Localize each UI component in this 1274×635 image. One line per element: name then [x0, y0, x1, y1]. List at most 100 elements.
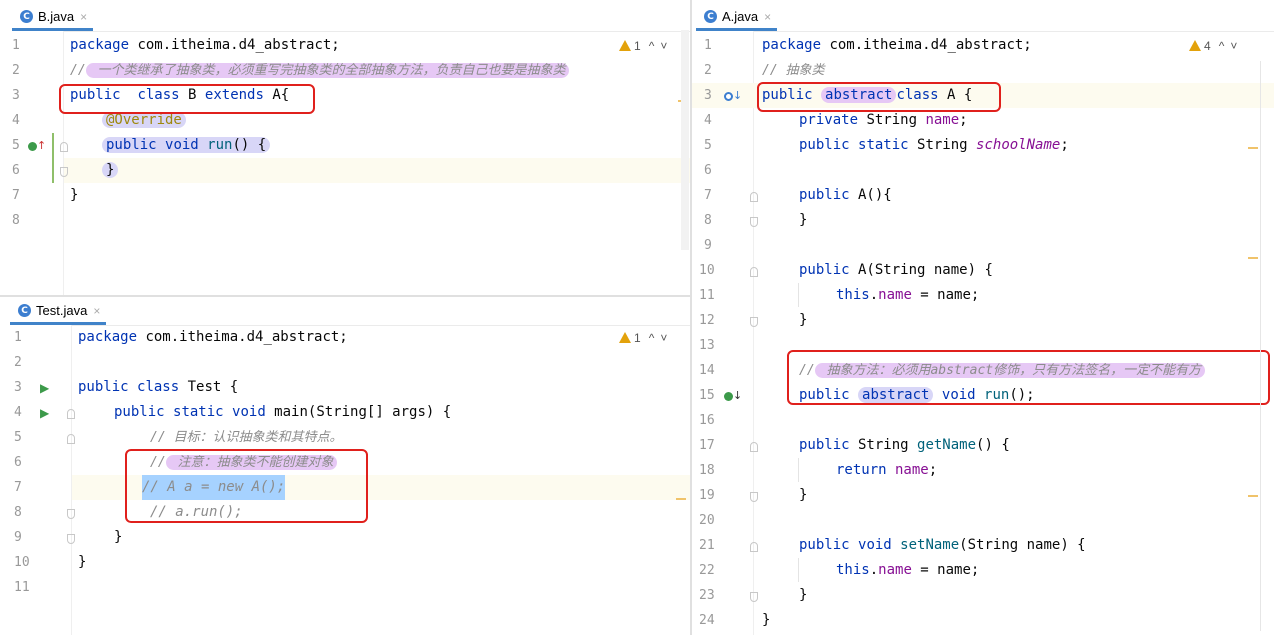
editor-pane-a: C A.java × 1 package com.itheima.d4_abst…	[692, 5, 1274, 635]
line-number: 4	[704, 113, 712, 128]
code-line: return name;	[836, 462, 938, 478]
nav-arrows-icon[interactable]: ^˅	[649, 331, 674, 345]
close-icon[interactable]: ×	[764, 10, 771, 24]
warning-icon	[1189, 40, 1201, 51]
vertical-scrollbar[interactable]	[1260, 61, 1261, 631]
scroll-marker	[1248, 147, 1258, 149]
code-line: }	[799, 212, 808, 228]
line-number: 8	[14, 505, 22, 520]
code-line: public void setName(String name) {	[799, 537, 1086, 553]
fold-icon[interactable]	[67, 534, 75, 544]
line-number: 6	[14, 455, 22, 470]
fold-icon[interactable]	[750, 192, 758, 202]
run-icon[interactable]: ▶	[40, 406, 49, 420]
line-number: 7	[14, 480, 22, 495]
scroll-marker	[1248, 495, 1258, 497]
override-method-icon[interactable]: ↑	[28, 139, 46, 152]
tab-label: A.java	[722, 9, 759, 24]
tab-b-java[interactable]: C B.java ×	[12, 5, 94, 31]
line-number: 22	[699, 563, 715, 578]
line-number: 24	[699, 613, 715, 628]
line-number: 17	[699, 438, 715, 453]
line-number: 12	[699, 313, 715, 328]
tab-bar: C B.java ×	[0, 5, 690, 32]
nav-arrows-icon[interactable]: ^˅	[649, 39, 674, 53]
fold-icon[interactable]	[60, 142, 68, 152]
code-line: public String getName() {	[799, 437, 1010, 453]
line-number: 6	[704, 163, 712, 178]
highlight-box	[59, 84, 315, 114]
scroll-marker	[1248, 257, 1258, 259]
split-divider[interactable]	[0, 295, 690, 297]
code-line: public class Test {	[78, 379, 239, 395]
line-number: 2	[12, 63, 20, 78]
implemented-icon[interactable]: ↓	[724, 89, 742, 102]
fold-icon[interactable]	[67, 509, 75, 519]
tab-bar: C Test.java ×	[0, 299, 690, 326]
code-line: public A(String name) {	[799, 262, 993, 278]
line-number: 10	[699, 263, 715, 278]
code-area[interactable]: 1 package com.itheima.d4_abstract; 2 // …	[692, 31, 1274, 635]
line-number: 23	[699, 588, 715, 603]
fold-icon[interactable]	[750, 542, 758, 552]
run-icon[interactable]: ▶	[40, 381, 49, 395]
line-number: 16	[699, 413, 715, 428]
code-line: this.name = name;	[836, 562, 980, 578]
line-number: 8	[12, 213, 20, 228]
line-number: 9	[704, 238, 712, 253]
vertical-scrollbar[interactable]	[681, 30, 689, 250]
tab-label: B.java	[38, 9, 75, 24]
implemented-icon[interactable]: ↓	[724, 389, 742, 402]
warning-indicator[interactable]: 1 ^˅	[619, 325, 673, 350]
code-line: }	[799, 487, 808, 503]
line-number: 1	[704, 38, 712, 53]
line-number: 2	[704, 63, 712, 78]
code-line: public static void main(String[] args) {	[114, 404, 452, 420]
close-icon[interactable]: ×	[80, 10, 87, 24]
line-number: 21	[699, 538, 715, 553]
editor-pane-b: C B.java × 1 package com.itheima.d4_abst…	[0, 5, 690, 295]
line-number: 8	[704, 213, 712, 228]
java-class-icon: C	[704, 10, 717, 23]
code-line: }	[114, 529, 123, 545]
line-number: 11	[699, 288, 715, 303]
line-number: 5	[704, 138, 712, 153]
java-class-icon: C	[20, 10, 33, 23]
line-number: 13	[699, 338, 715, 353]
line-number: 18	[699, 463, 715, 478]
warning-indicator[interactable]: 1 ^˅	[619, 33, 673, 58]
code-area[interactable]: 1 package com.itheima.d4_abstract; 2 // …	[0, 31, 690, 295]
fold-icon[interactable]	[750, 217, 758, 227]
line-number: 6	[12, 163, 20, 178]
line-number: 4	[12, 113, 20, 128]
tab-label: Test.java	[36, 303, 88, 318]
line-number: 1	[14, 330, 22, 345]
code-line: }	[799, 587, 808, 603]
warning-icon	[619, 40, 631, 51]
fold-icon[interactable]	[750, 592, 758, 602]
tab-a-java[interactable]: C A.java ×	[696, 5, 778, 31]
tab-test-java[interactable]: C Test.java ×	[10, 299, 107, 325]
code-line: package com.itheima.d4_abstract;	[762, 37, 1032, 53]
code-line: }	[70, 187, 79, 203]
warning-indicator[interactable]: 4 ^˅	[1189, 33, 1243, 58]
close-icon[interactable]: ×	[93, 304, 100, 318]
fold-icon[interactable]	[60, 167, 68, 177]
editor-pane-test: C Test.java × 1 package com.itheima.d4_a…	[0, 299, 690, 635]
line-number: 20	[699, 513, 715, 528]
code-line: this.name = name;	[836, 287, 980, 303]
fold-icon[interactable]	[750, 267, 758, 277]
line-number: 9	[14, 530, 22, 545]
warning-icon	[619, 332, 631, 343]
fold-icon[interactable]	[750, 492, 758, 502]
fold-icon[interactable]	[67, 434, 75, 444]
fold-icon[interactable]	[750, 317, 758, 327]
code-line: }	[78, 554, 87, 570]
nav-arrows-icon[interactable]: ^˅	[1219, 39, 1244, 53]
fold-icon[interactable]	[67, 409, 75, 419]
fold-icon[interactable]	[750, 442, 758, 452]
line-number: 5	[14, 430, 22, 445]
code-line: }	[762, 612, 771, 628]
code-line: }	[799, 312, 808, 328]
highlight-box	[125, 449, 368, 523]
